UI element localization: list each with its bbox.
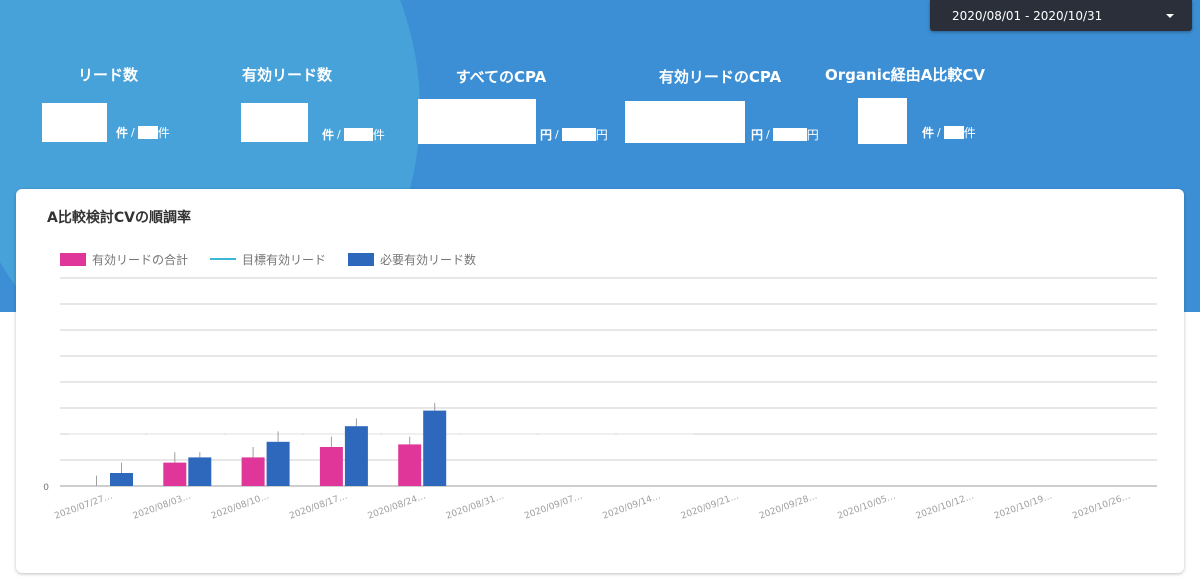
unit-separator: / <box>937 126 941 139</box>
bar-total <box>163 462 187 486</box>
metric-title: 有効リード数 <box>241 66 333 84</box>
unit-label: 件 <box>322 128 335 142</box>
metric-unit: 件 / 件 <box>116 124 170 141</box>
x-tick-label: 2020/09/28… <box>758 491 819 521</box>
x-tick-label: 2020/10/19… <box>993 491 1054 521</box>
metric-value-redacted <box>418 99 536 144</box>
x-tick-label: 2020/09/14… <box>602 491 663 521</box>
bar-total <box>319 447 343 486</box>
target-value-redacted <box>137 126 158 139</box>
unit-label-secondary: 件 <box>372 128 385 142</box>
bar-required <box>423 410 447 486</box>
x-tick-label: 2020/10/12… <box>915 491 976 521</box>
bar-required <box>344 426 368 486</box>
unit-separator: / <box>555 128 559 141</box>
target-value-redacted <box>943 126 964 139</box>
unit-label: 件 <box>116 126 129 140</box>
x-tick-label: 2020/08/24… <box>367 491 428 521</box>
metric-value-redacted <box>42 103 107 142</box>
y-tick-label: 0 <box>43 483 49 493</box>
x-tick-label: 2020/08/31… <box>445 491 506 521</box>
metric-value-redacted <box>858 98 907 144</box>
date-range-text: 2020/08/01 - 2020/10/31 <box>952 8 1103 23</box>
unit-label-secondary: 円 <box>806 128 819 142</box>
x-tick-label: 2020/08/10… <box>210 491 271 521</box>
unit-label-secondary: 件 <box>963 126 976 140</box>
x-tick-label: 2020/09/21… <box>680 491 741 521</box>
x-tick-label: 2020/08/03… <box>132 491 193 521</box>
metric-unit: 件 / 件 <box>322 126 385 143</box>
metric-title: 有効リードのCPA <box>658 68 782 86</box>
chart-card: A比較検討CVの順調率 有効リードの合計 目標有効リード 必要有効リード数 02… <box>16 189 1184 573</box>
date-range-picker[interactable]: 2020/08/01 - 2020/10/31 <box>930 0 1192 31</box>
unit-label: 円 <box>540 128 553 142</box>
metric-value-redacted <box>241 103 308 142</box>
bar-required <box>110 473 133 486</box>
target-value-redacted <box>343 128 373 141</box>
unit-separator: / <box>337 128 341 141</box>
metric-title: Organic経由A比較CV <box>825 66 985 84</box>
metric-unit: 円 / 円 <box>751 126 819 143</box>
unit-label: 円 <box>751 128 764 142</box>
bar-required <box>266 441 290 486</box>
metric-unit: 円 / 円 <box>540 126 608 143</box>
unit-label: 件 <box>922 126 935 140</box>
x-tick-label: 2020/08/17… <box>288 491 349 521</box>
x-tick-label: 2020/10/26… <box>1071 491 1132 521</box>
metric-title: すべてのCPA <box>455 68 547 86</box>
metric-title: リード数 <box>77 66 139 84</box>
metric-value-redacted <box>625 101 745 143</box>
metric-unit: 件 / 件 <box>922 124 976 141</box>
unit-separator: / <box>766 128 770 141</box>
unit-label-secondary: 件 <box>157 126 170 140</box>
target-value-redacted <box>561 128 596 141</box>
bar-total <box>241 457 265 486</box>
chart-plot: 0 2020/07/27… 2020/08/03… 2020/08/10… 2020/0… <box>43 277 1157 522</box>
caret-down-icon <box>1166 13 1174 18</box>
x-tick-label: 2020/07/27… <box>53 491 114 521</box>
x-tick-label: 2020/10/05… <box>836 491 897 521</box>
unit-separator: / <box>131 126 135 139</box>
bar-required <box>188 457 212 486</box>
bar-total <box>398 444 422 486</box>
target-value-redacted <box>772 128 807 141</box>
unit-label-secondary: 円 <box>595 128 608 142</box>
x-tick-label: 2020/09/07… <box>523 491 584 521</box>
